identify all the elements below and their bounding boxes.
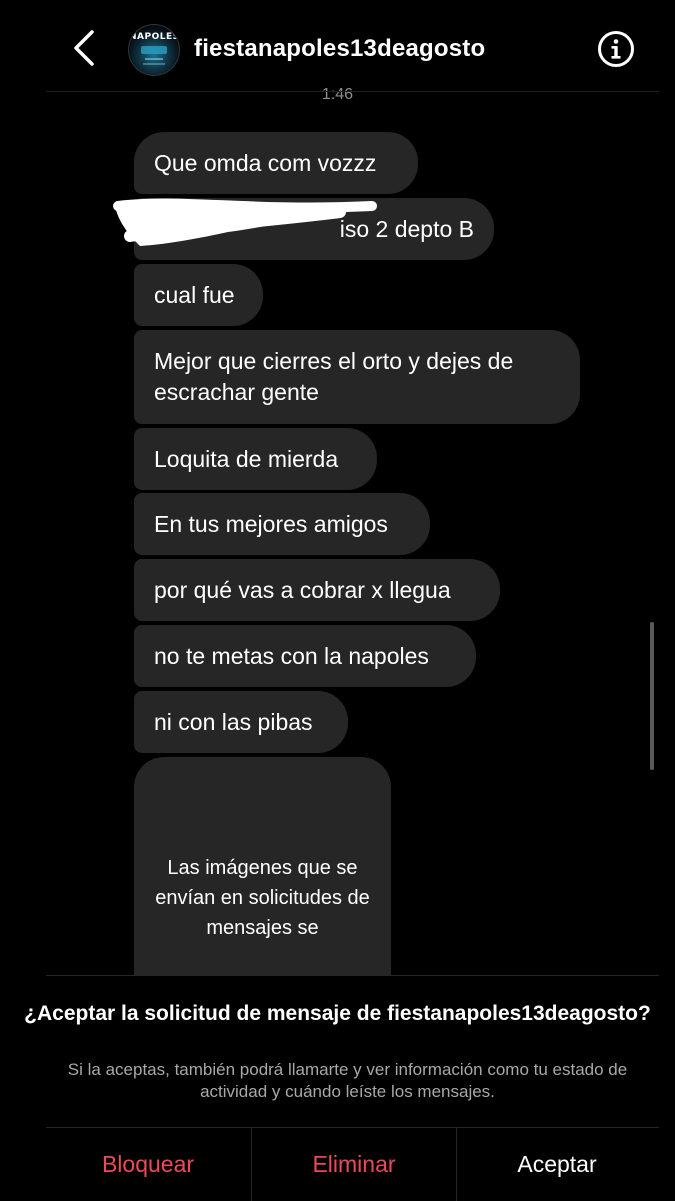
info-icon[interactable]: [597, 30, 635, 68]
message-bubble[interactable]: no te metas con la napoles: [134, 625, 476, 687]
avatar-logo-text: NAPOLES: [129, 32, 180, 42]
chevron-left-icon[interactable]: [68, 28, 102, 68]
message-bubble[interactable]: En tus mejores amigos: [134, 493, 430, 555]
image-hidden-notice: Las imágenes que se envían en solicitude…: [155, 857, 370, 939]
message-bubble[interactable]: Que omda com vozzz: [134, 132, 418, 194]
message-bubble[interactable]: Mejor que cierres el orto y dejes de esc…: [134, 330, 580, 424]
request-subtitle: Si la aceptas, también podrá llamarte y …: [67, 1060, 628, 1101]
image-message-placeholder[interactable]: Las imágenes que se envían en solicitude…: [134, 757, 391, 975]
request-actions: Bloquear Eliminar Aceptar: [46, 1127, 659, 1201]
message-bubble[interactable]: por qué vas a cobrar x llegua: [134, 559, 500, 621]
accept-button[interactable]: Aceptar: [455, 1128, 659, 1201]
scrollbar[interactable]: [650, 622, 654, 770]
chat-username[interactable]: fiestanapoles13deagosto: [194, 35, 485, 63]
message-bubble[interactable]: ni con las pibas: [134, 691, 348, 753]
panel-divider: [46, 975, 659, 976]
avatar[interactable]: NAPOLES: [128, 24, 180, 76]
request-title: ¿Aceptar la solicitud de mensaje de fies…: [24, 1002, 651, 1025]
message-bubble[interactable]: Loquita de mierda: [134, 428, 377, 490]
chat-header: NAPOLES fiestanapoles13deagosto: [0, 0, 675, 92]
header-divider: [46, 91, 659, 92]
block-button[interactable]: Bloquear: [46, 1128, 250, 1201]
message-request-panel: ¿Aceptar la solicitud de mensaje de fies…: [0, 975, 675, 1201]
delete-button[interactable]: Eliminar: [251, 1128, 457, 1201]
message-thread[interactable]: 1:46 Que omda com vozzz iso 2 depto B cu…: [0, 0, 675, 975]
message-bubble[interactable]: iso 2 depto B: [134, 198, 494, 260]
message-bubble[interactable]: cual fue: [134, 264, 263, 326]
